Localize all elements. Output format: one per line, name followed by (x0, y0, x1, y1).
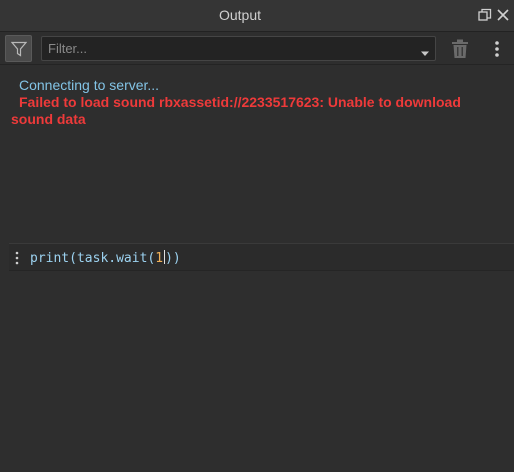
clear-output-button[interactable] (451, 39, 469, 59)
drag-grip-icon[interactable] (15, 251, 19, 265)
filter-toggle-button[interactable] (5, 35, 32, 62)
command-code-number: 1 (155, 251, 164, 266)
log-line-error: Failed to load sound rbxassetid://223351… (11, 94, 465, 127)
filter-field (41, 36, 436, 61)
filter-funnel-icon (11, 41, 27, 57)
more-vertical-icon[interactable] (493, 40, 501, 58)
title-bar: Output (0, 0, 514, 32)
chevron-down-icon[interactable] (419, 45, 431, 56)
close-icon[interactable] (496, 8, 510, 22)
output-panel: Output Filter... Connecting to server...… (0, 0, 514, 472)
command-code-prefix: print(task.wait( (30, 251, 156, 266)
window-title: Output (218, 7, 262, 23)
command-input[interactable]: print(task.wait(1)) (30, 250, 181, 266)
command-code-suffix: )) (165, 251, 181, 266)
output-log: Connecting to server... Failed to load s… (0, 66, 514, 242)
log-line-info: Connecting to server... (19, 77, 160, 93)
filter-input[interactable] (42, 37, 417, 60)
output-empty-area (0, 272, 514, 472)
filter-toolbar (0, 32, 514, 65)
restore-window-icon[interactable] (478, 8, 492, 22)
command-bar[interactable]: print(task.wait(1)) (9, 243, 514, 271)
trash-icon (452, 39, 468, 58)
